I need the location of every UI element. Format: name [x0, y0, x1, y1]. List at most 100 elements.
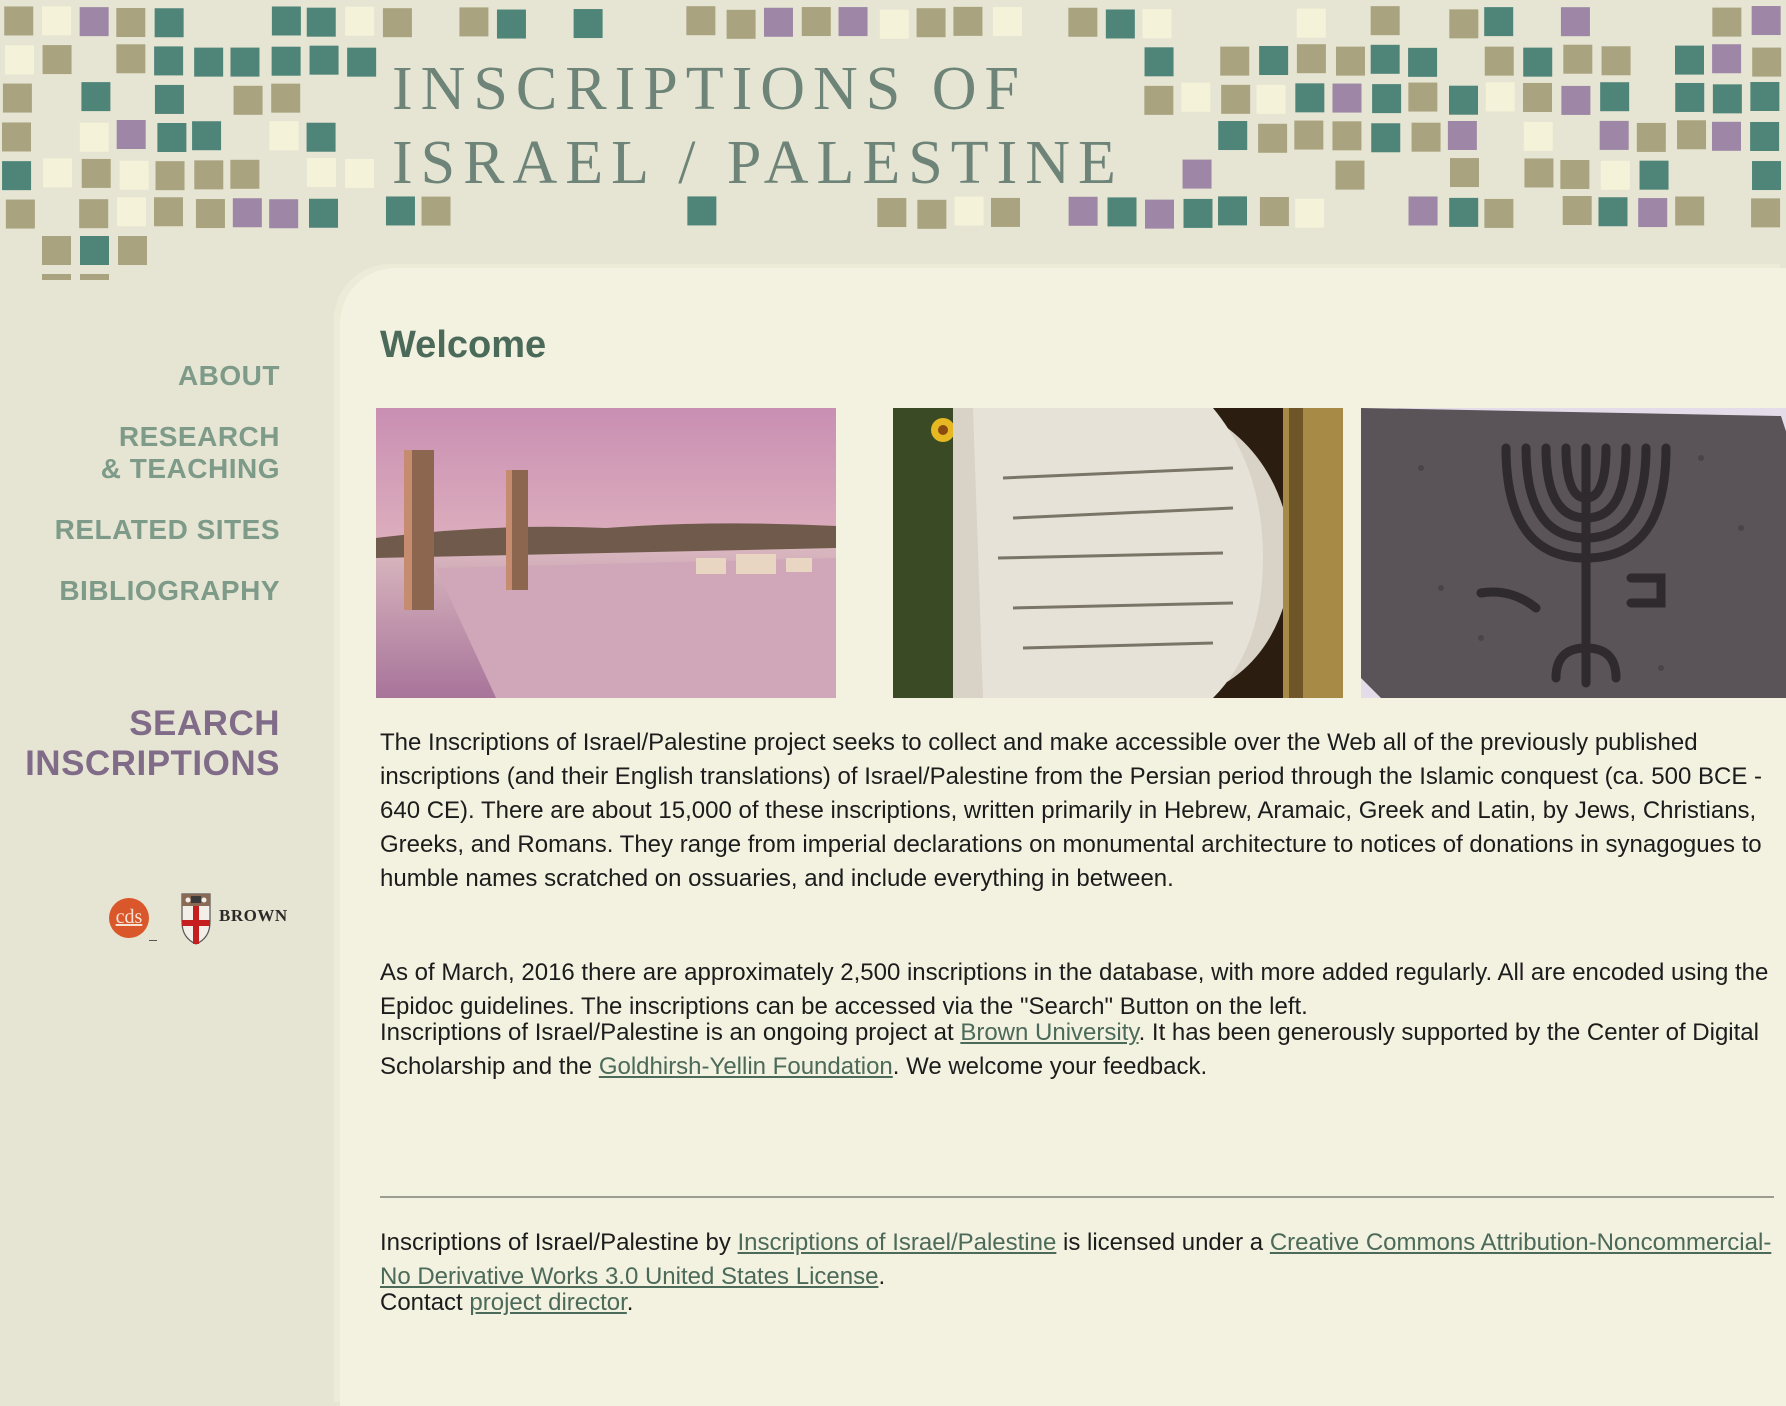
mosaic-tile — [385, 196, 415, 226]
mosaic-tile — [1560, 7, 1590, 37]
mosaic-tile — [79, 122, 109, 152]
mosaic-tile — [1294, 120, 1324, 150]
mosaic-tile — [1335, 46, 1365, 76]
mosaic-tile — [118, 236, 147, 265]
nav-research-teaching[interactable]: RESEARCH & TEACHING — [0, 421, 280, 485]
nav-search-line1: SEARCH — [129, 704, 280, 743]
mosaic-tile — [1677, 120, 1707, 150]
mosaic-tile — [154, 84, 184, 114]
mosaic-tile — [1751, 6, 1781, 36]
mosaic-tile — [1371, 123, 1401, 153]
sponsor-logos: cds BROWN — [105, 890, 287, 950]
mosaic-tile — [1332, 83, 1362, 113]
mosaic-tile — [1712, 44, 1742, 74]
mosaic-tile — [1750, 121, 1780, 151]
sidebar: ABOUT RESEARCH & TEACHING RELATED SITES … — [0, 360, 287, 945]
mosaic-tile — [990, 197, 1020, 227]
mosaic-tile — [1712, 7, 1742, 37]
mosaic-tile — [879, 9, 909, 39]
project-link[interactable]: Inscriptions of Israel/Palestine — [738, 1229, 1057, 1256]
mosaic-tile — [1560, 159, 1590, 189]
mosaic-tile — [271, 83, 301, 113]
mosaic-tile — [1296, 8, 1326, 38]
license-text-1: Inscriptions of Israel/Palestine by — [380, 1229, 738, 1256]
nav-bibliography[interactable]: BIBLIOGRAPHY — [0, 575, 280, 607]
mosaic-tile — [1218, 196, 1248, 226]
mosaic-tile — [119, 160, 149, 190]
status-paragraph: As of March, 2016 there are approximatel… — [380, 959, 1769, 1020]
mosaic-tile — [1335, 160, 1365, 190]
mosaic-tile — [1675, 196, 1705, 226]
mosaic-tile — [1484, 7, 1514, 37]
mosaic-tile — [726, 9, 756, 39]
mosaic-tile — [116, 7, 146, 37]
mosaic-tile — [1408, 47, 1438, 77]
project-director-link[interactable]: project director — [469, 1289, 626, 1316]
mosaic-tile — [154, 197, 184, 227]
mosaic-tile — [42, 45, 72, 75]
mosaic-tile — [1449, 197, 1479, 227]
nav-about[interactable]: ABOUT — [0, 360, 280, 392]
license-paragraph: Inscriptions of Israel/Palestine by Insc… — [380, 1226, 1780, 1294]
mosaic-tile — [459, 7, 489, 37]
mosaic-tile — [4, 45, 34, 75]
goldhirsh-yellin-link[interactable]: Goldhirsh-Yellin Foundation — [599, 1053, 893, 1080]
mosaic-tile — [1411, 122, 1441, 152]
mosaic-tile — [1145, 199, 1175, 229]
mosaic-tile — [763, 7, 793, 37]
nav-search-inscriptions[interactable]: SEARCH INSCRIPTIONS — [0, 704, 280, 784]
mosaic-tile — [1639, 160, 1669, 190]
mosaic-tile — [81, 82, 111, 112]
mosaic-tile — [686, 6, 716, 36]
mosaic-tile — [1181, 82, 1211, 112]
cds-logo[interactable]: cds — [109, 898, 149, 938]
mosaic-tile — [1524, 158, 1554, 188]
mosaic-tile — [1447, 121, 1477, 151]
mosaic-tile — [306, 158, 336, 188]
mosaic-tile — [80, 274, 109, 280]
mosaic-tile — [496, 9, 526, 39]
mosaic-tile — [1600, 160, 1630, 190]
mosaic-tile — [1259, 197, 1289, 227]
mosaic-tile — [5, 199, 35, 229]
mosaic-tile — [1522, 82, 1552, 112]
mosaic-tile — [154, 8, 184, 38]
mosaic-tile — [382, 8, 412, 38]
mosaic-tile — [4, 6, 34, 36]
mosaic-tile — [1107, 197, 1137, 227]
site-title-line1: INSCRIPTIONS OF — [392, 55, 1028, 123]
mosaic-tile — [1561, 85, 1591, 115]
ancient-road-columns-photo — [376, 408, 836, 698]
support-text-1: Inscriptions of Israel/Palestine is an o… — [380, 1019, 961, 1046]
mosaic-tile — [1750, 82, 1780, 112]
mosaic-tile — [1295, 198, 1325, 228]
footer-divider — [380, 1196, 1774, 1198]
menorah-relief-photo — [1361, 408, 1786, 698]
mosaic-tile — [1068, 196, 1098, 226]
nav-research-line2: & TEACHING — [100, 453, 280, 484]
mosaic-tile — [992, 7, 1022, 37]
mosaic-tile — [192, 121, 222, 151]
mosaic-tile — [1408, 82, 1438, 112]
mosaic-tile — [157, 123, 187, 153]
mosaic-tile — [1144, 85, 1174, 115]
brown-university-logo[interactable]: BROWN — [179, 890, 287, 946]
mosaic-tile — [1295, 83, 1325, 113]
site-title[interactable]: INSCRIPTIONS OF ISRAEL / PALESTINE — [392, 52, 1124, 200]
mosaic-tile — [917, 199, 947, 229]
mosaic-tile — [42, 274, 71, 280]
mosaic-tile — [79, 199, 109, 229]
support-text-3: . We welcome your feedback. — [892, 1053, 1208, 1080]
mosaic-tile — [954, 196, 984, 226]
mosaic-tile — [347, 47, 377, 77]
mosaic-tile — [116, 197, 146, 227]
mosaic-tile — [233, 85, 263, 115]
mosaic-tile — [269, 121, 299, 151]
mosaic-tile — [271, 6, 301, 36]
mosaic-tile — [1636, 122, 1666, 152]
mosaic-tile — [1752, 161, 1782, 191]
brown-university-link[interactable]: Brown University — [960, 1019, 1138, 1046]
nav-related-sites[interactable]: RELATED SITES — [0, 514, 280, 546]
mosaic-tile — [116, 120, 146, 150]
mosaic-tile — [1142, 9, 1172, 39]
